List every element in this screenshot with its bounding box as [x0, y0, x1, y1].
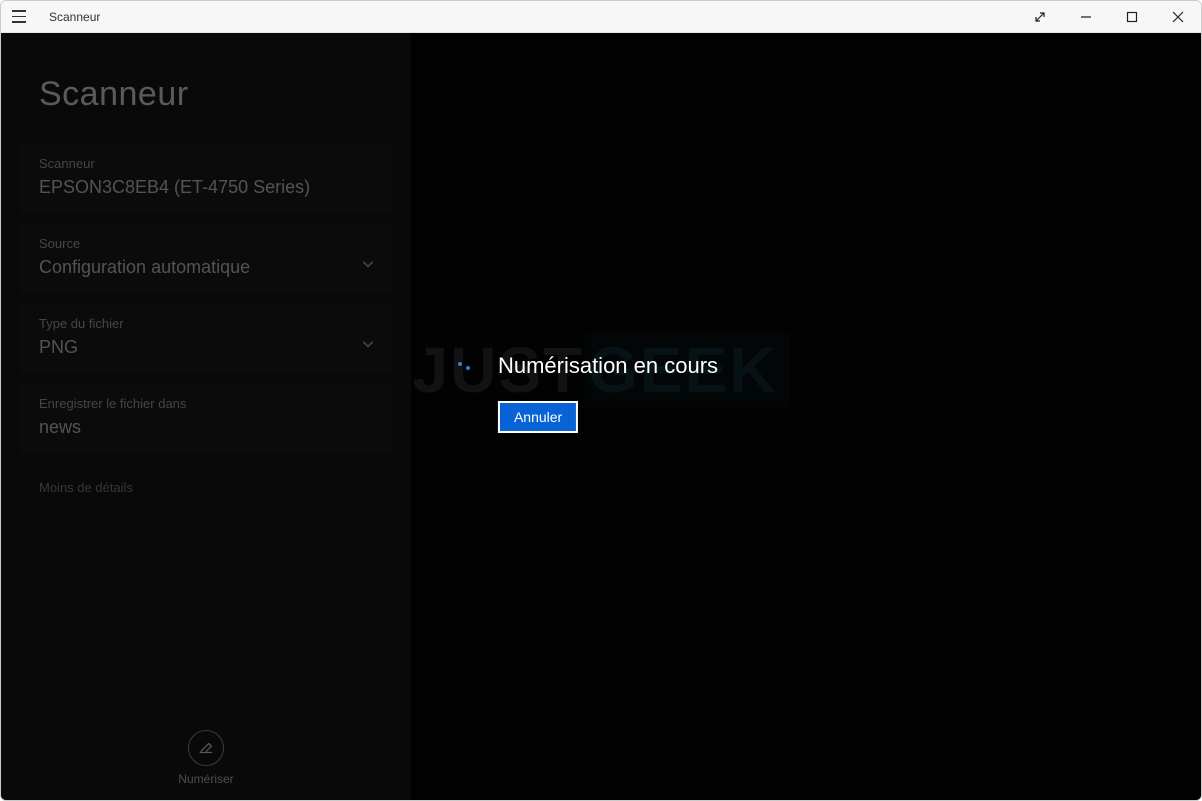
app-window: Scanneur Scanneur Scanneur EP	[0, 0, 1202, 801]
source-value: Configuration automatique	[39, 257, 373, 278]
titlebar: Scanneur	[1, 1, 1201, 33]
titlebar-left: Scanneur	[7, 5, 100, 29]
spinner-icon	[458, 356, 478, 376]
filetype-label: Type du fichier	[39, 316, 373, 331]
progress-status-text: Numérisation en cours	[498, 353, 718, 379]
scan-button-label: Numériser	[1, 772, 411, 786]
cancel-button[interactable]: Annuler	[498, 401, 578, 433]
save-location-selector[interactable]: Enregistrer le fichier dans news	[19, 384, 393, 454]
sidebar: Scanneur Scanneur EPSON3C8EB4 (ET-4750 S…	[1, 33, 411, 800]
titlebar-right	[1017, 1, 1201, 32]
scanner-selector[interactable]: Scanneur EPSON3C8EB4 (ET-4750 Series)	[19, 144, 393, 214]
close-icon[interactable]	[1155, 1, 1201, 33]
source-selector[interactable]: Source Configuration automatique	[19, 224, 393, 294]
scanner-value: EPSON3C8EB4 (ET-4750 Series)	[39, 177, 373, 198]
save-location-label: Enregistrer le fichier dans	[39, 396, 373, 411]
progress-row: Numérisation en cours	[458, 353, 718, 379]
source-label: Source	[39, 236, 373, 251]
filetype-selector[interactable]: Type du fichier PNG	[19, 304, 393, 374]
scan-button[interactable]: Numériser	[1, 730, 411, 786]
maximize-icon[interactable]	[1109, 1, 1155, 33]
save-location-value: news	[39, 417, 373, 438]
minimize-icon[interactable]	[1063, 1, 1109, 33]
client-area: Scanneur Scanneur EPSON3C8EB4 (ET-4750 S…	[1, 33, 1201, 800]
menu-icon[interactable]	[7, 5, 31, 29]
less-details-label: Moins de détails	[39, 480, 373, 495]
chevron-down-icon	[361, 337, 375, 356]
window-title: Scanneur	[49, 10, 100, 24]
scan-icon	[188, 730, 224, 766]
page-title: Scanneur	[1, 33, 411, 144]
scanner-label: Scanneur	[39, 156, 373, 171]
scanning-progress-overlay: Numérisation en cours Annuler	[458, 353, 718, 433]
chevron-down-icon	[361, 257, 375, 276]
expand-icon[interactable]	[1017, 1, 1063, 33]
less-details-link[interactable]: Moins de détails	[19, 464, 393, 511]
settings-list: Scanneur EPSON3C8EB4 (ET-4750 Series) So…	[1, 144, 411, 511]
filetype-value: PNG	[39, 337, 373, 358]
